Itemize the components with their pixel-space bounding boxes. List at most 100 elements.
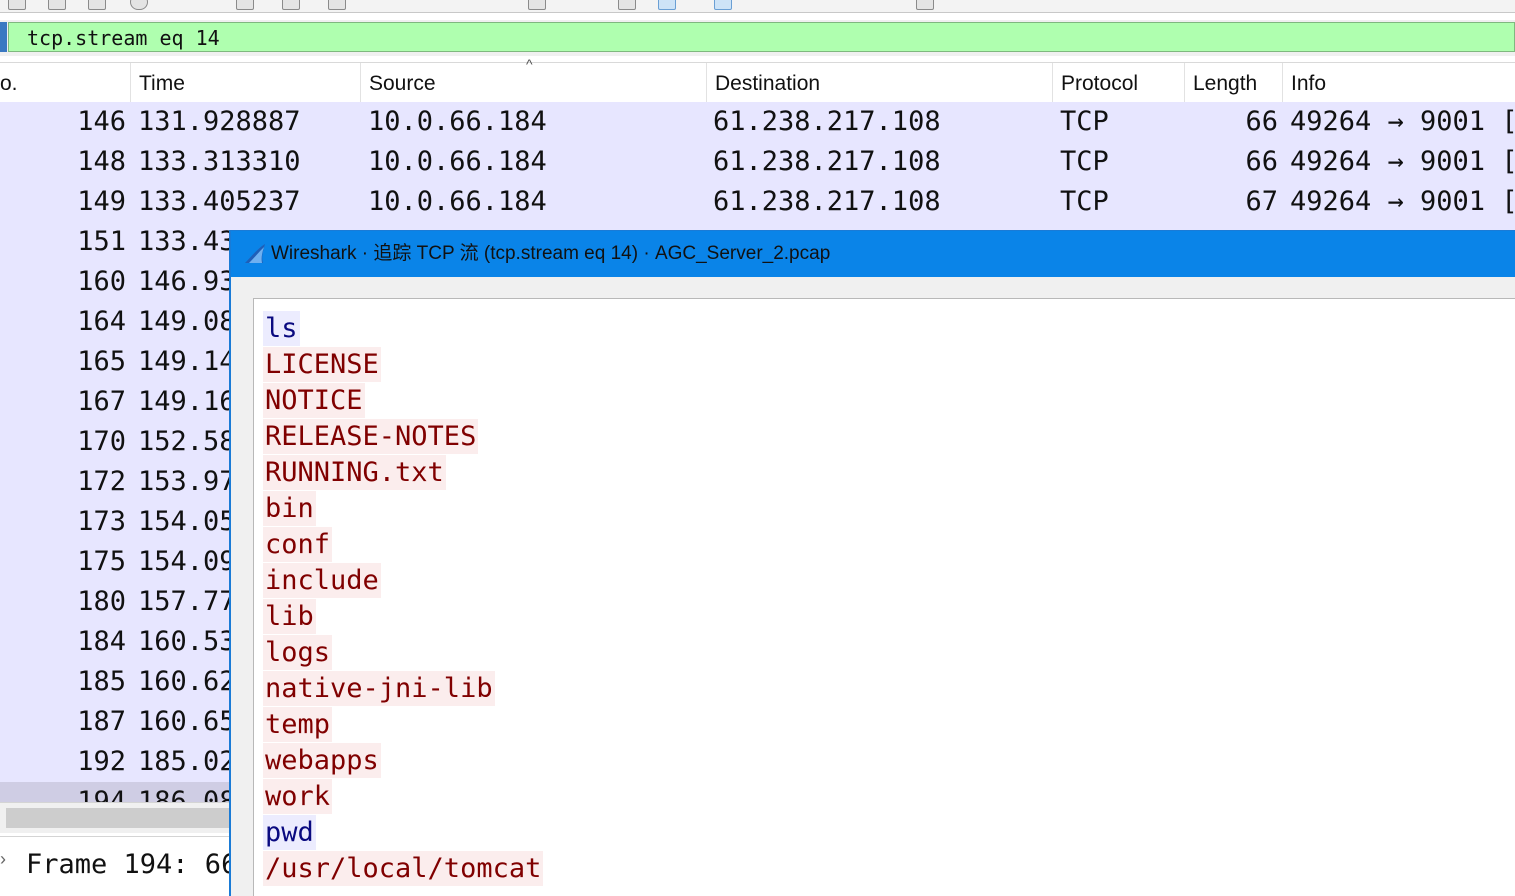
packet-time: 133.405237 bbox=[138, 186, 301, 217]
packet-source: 10.0.66.184 bbox=[368, 186, 547, 217]
packet-no: 173 bbox=[77, 506, 126, 537]
packet-no: 160 bbox=[77, 266, 126, 297]
server-stream-line: LICENSE bbox=[263, 347, 381, 382]
server-stream-line: RUNNING.txt bbox=[263, 455, 446, 490]
packet-no: 192 bbox=[77, 746, 126, 777]
packet-protocol: TCP bbox=[1060, 186, 1109, 217]
packet-info: 49264 → 9001 [ bbox=[1290, 106, 1515, 137]
packet-list-hscrollbar[interactable] bbox=[0, 802, 240, 833]
packet-protocol: TCP bbox=[1060, 146, 1109, 177]
window-title: Wireshark · 追踪 TCP 流 (tcp.stream eq 14) … bbox=[271, 243, 831, 264]
packet-length: 66 bbox=[1245, 106, 1278, 137]
server-stream-line: lib bbox=[263, 599, 316, 634]
column-header-source[interactable]: Source bbox=[361, 63, 707, 103]
toolbar-button[interactable] bbox=[618, 0, 636, 10]
server-stream-line: RELEASE-NOTES bbox=[263, 419, 479, 454]
packet-destination: 61.238.217.108 bbox=[713, 106, 941, 137]
column-header-protocol[interactable]: Protocol bbox=[1053, 63, 1185, 103]
packet-time: 146.93 bbox=[138, 266, 236, 297]
packet-time: 154.09 bbox=[138, 546, 236, 577]
packet-info: 49264 → 9001 [ bbox=[1290, 186, 1515, 217]
scrollbar-thumb[interactable] bbox=[6, 808, 236, 828]
packet-time: 185.02 bbox=[138, 746, 236, 777]
packet-protocol: TCP bbox=[1060, 106, 1109, 137]
client-stream-line: pwd bbox=[263, 815, 316, 850]
server-stream-line: native-jni-lib bbox=[263, 671, 495, 706]
server-stream-line: temp bbox=[263, 707, 333, 742]
autoscroll-toggle-button[interactable] bbox=[714, 0, 732, 10]
packet-no: 148 bbox=[77, 146, 126, 177]
server-stream-line: NOTICE bbox=[263, 383, 365, 418]
packet-details-pane: › Frame 194: 66 bbox=[0, 836, 240, 896]
toolbar-button[interactable] bbox=[528, 0, 546, 10]
server-stream-line: work bbox=[263, 779, 333, 814]
column-header-info[interactable]: Info bbox=[1283, 63, 1515, 103]
packet-no: 146 bbox=[77, 106, 126, 137]
column-header-time[interactable]: Time bbox=[131, 63, 361, 103]
filter-bookmark-icon[interactable] bbox=[0, 22, 7, 52]
toolbar-button[interactable] bbox=[48, 0, 66, 10]
server-stream-line: include bbox=[263, 563, 381, 598]
display-filter-input[interactable]: tcp.stream eq 14 bbox=[8, 22, 1515, 52]
column-header-length[interactable]: Length bbox=[1185, 63, 1283, 103]
toolbar-button[interactable] bbox=[88, 0, 106, 10]
server-stream-line: logs bbox=[263, 635, 333, 670]
packet-list-header: o. Time Source Destination Protocol Leng… bbox=[0, 62, 1515, 103]
packet-row[interactable]: 146 131.928887 10.0.66.184 61.238.217.10… bbox=[0, 102, 1515, 142]
server-stream-line: /usr/local/tomcat bbox=[263, 851, 544, 886]
packet-time: 149.08 bbox=[138, 306, 236, 337]
packet-no: 149 bbox=[77, 186, 126, 217]
display-filter-bar: tcp.stream eq 14 bbox=[0, 20, 1515, 56]
reload-icon[interactable] bbox=[130, 0, 148, 10]
stream-content-area[interactable]: ls LICENSE NOTICE RELEASE-NOTES RUNNING.txt b… bbox=[253, 298, 1515, 896]
packet-time: 131.928887 bbox=[138, 106, 301, 137]
packet-time: 160.65 bbox=[138, 706, 236, 737]
packet-no: 164 bbox=[77, 306, 126, 337]
packet-time: 149.14 bbox=[138, 346, 236, 377]
toolbar-button[interactable] bbox=[236, 0, 254, 10]
packet-destination: 61.238.217.108 bbox=[713, 186, 941, 217]
follow-tcp-stream-window: Wireshark · 追踪 TCP 流 (tcp.stream eq 14) … bbox=[229, 230, 1515, 896]
packet-no: 165 bbox=[77, 346, 126, 377]
toolbar-button[interactable] bbox=[328, 0, 346, 10]
packet-time: 152.58 bbox=[138, 426, 236, 457]
frame-summary[interactable]: Frame 194: 66 bbox=[26, 849, 237, 880]
client-stream-line: ls bbox=[263, 311, 300, 346]
packet-no: 180 bbox=[77, 586, 126, 617]
packet-time: 153.97 bbox=[138, 466, 236, 497]
packet-time: 160.53 bbox=[138, 626, 236, 657]
packet-length: 67 bbox=[1245, 186, 1278, 217]
packet-time: 149.16 bbox=[138, 386, 236, 417]
packet-length: 66 bbox=[1245, 146, 1278, 177]
server-stream-line: bin bbox=[263, 491, 316, 526]
packet-time: 157.77 bbox=[138, 586, 236, 617]
packet-no: 151 bbox=[77, 226, 126, 257]
packet-source: 10.0.66.184 bbox=[368, 146, 547, 177]
resize-columns-button[interactable] bbox=[916, 0, 934, 10]
column-header-destination[interactable]: Destination bbox=[707, 63, 1053, 103]
packet-time: 160.62 bbox=[138, 666, 236, 697]
packet-time: 154.05 bbox=[138, 506, 236, 537]
expand-arrow-icon[interactable]: › bbox=[0, 849, 6, 870]
window-titlebar[interactable]: Wireshark · 追踪 TCP 流 (tcp.stream eq 14) … bbox=[231, 231, 1515, 277]
column-header-no[interactable]: o. bbox=[0, 63, 131, 103]
packet-no: 167 bbox=[77, 386, 126, 417]
packet-row[interactable]: 149 133.405237 10.0.66.184 61.238.217.10… bbox=[0, 182, 1515, 222]
packet-row[interactable]: 148 133.313310 10.0.66.184 61.238.217.10… bbox=[0, 142, 1515, 182]
packet-no: 172 bbox=[77, 466, 126, 497]
packet-no: 170 bbox=[77, 426, 126, 457]
colorize-toggle-button[interactable] bbox=[658, 0, 676, 10]
packet-no: 194 bbox=[77, 786, 126, 802]
toolbar-button[interactable] bbox=[8, 0, 26, 10]
wireshark-fin-icon bbox=[245, 244, 265, 263]
packet-time: 186.08 bbox=[138, 786, 236, 802]
toolbar-button[interactable] bbox=[282, 0, 300, 10]
packet-time: 133.43 bbox=[138, 226, 236, 257]
packet-no: 185 bbox=[77, 666, 126, 697]
main-toolbar bbox=[0, 0, 1515, 13]
server-stream-line: conf bbox=[263, 527, 333, 562]
packet-no: 187 bbox=[77, 706, 126, 737]
packet-info: 49264 → 9001 [ bbox=[1290, 146, 1515, 177]
packet-time: 133.313310 bbox=[138, 146, 301, 177]
packet-source: 10.0.66.184 bbox=[368, 106, 547, 137]
